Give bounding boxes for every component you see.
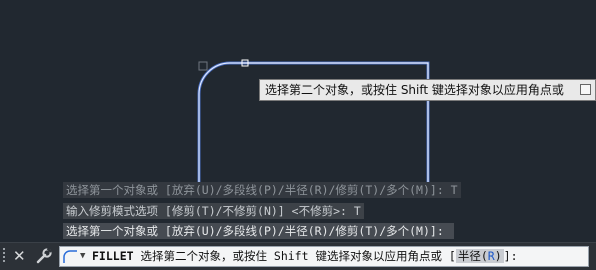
command-name: FILLET — [92, 249, 134, 263]
history-line: 选择第一个对象或 [放弃(U)/多段线(P)/半径(R)/修剪(T)/多个(M)… — [63, 182, 461, 198]
option-radius[interactable]: 半径(R) — [455, 249, 504, 263]
tooltip-text: 选择第二个对象，或按住 Shift 键选择对象以应用角点或 — [265, 83, 564, 97]
history-line: 输入修剪模式选项 [修剪(T)/不修剪(N)] <不修剪>: T — [63, 203, 364, 219]
dynamic-input-tooltip: 选择第二个对象，或按住 Shift 键选择对象以应用角点或 — [259, 79, 596, 101]
prompt-text: 选择第二个对象，或按住 Shift 键选择对象以应用角点或 — [140, 249, 442, 263]
close-icon[interactable]: ✕ — [13, 246, 26, 266]
command-input[interactable]: ▼ FILLET 选择第二个对象，或按住 Shift 键选择对象以应用角点或 [… — [59, 246, 589, 267]
wrench-icon[interactable] — [35, 247, 53, 265]
bracket-open: [ — [448, 249, 456, 263]
fillet-preview-arc-core — [198, 62, 243, 190]
tooltip-expand-icon[interactable] — [580, 84, 591, 95]
dropdown-arrow-icon[interactable]: ▼ — [80, 247, 85, 266]
command-prompt: FILLET 选择第二个对象，或按住 Shift 键选择对象以应用角点或 [半径… — [92, 247, 518, 266]
fillet-command-icon — [63, 250, 77, 263]
drag-grip-icon[interactable] — [3, 248, 7, 265]
command-bar: ✕ ▼ FILLET 选择第二个对象，或按住 Shift 键选择对象以应用角点或… — [0, 242, 596, 270]
fillet-preview-arc — [197, 61, 243, 190]
crosshair-pickbox — [198, 61, 208, 71]
bracket-close: ]: — [503, 249, 518, 263]
history-line: 选择第一个对象或 [放弃(U)/多段线(P)/半径(R)/修剪(T)/多个(M)… — [63, 223, 454, 239]
